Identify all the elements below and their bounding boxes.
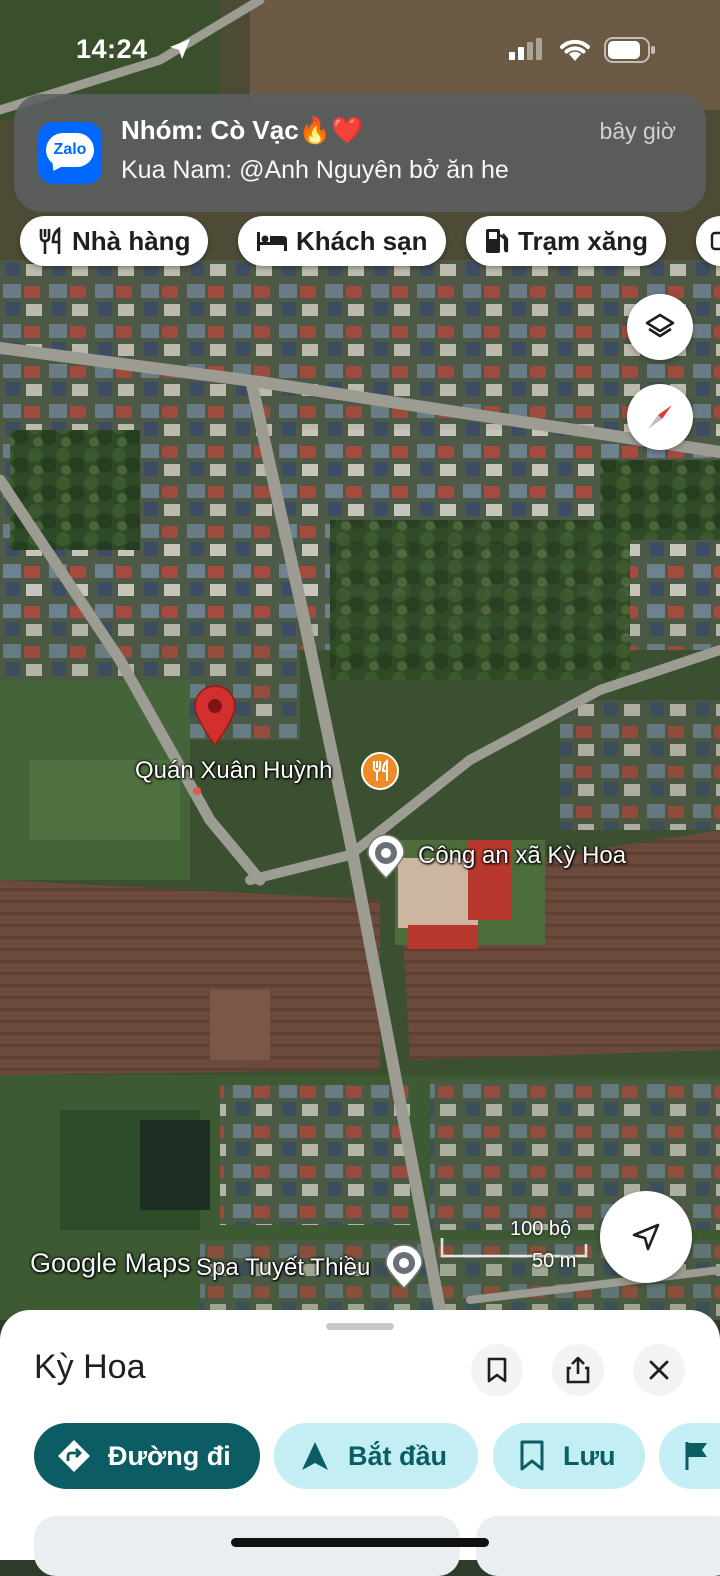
chip-gas-stations[interactable]: Trạm xăng bbox=[466, 216, 667, 266]
share-icon bbox=[566, 1356, 590, 1384]
navigation-arrow-icon bbox=[632, 1223, 660, 1251]
directions-button[interactable]: Đường đi bbox=[34, 1423, 260, 1489]
poi-label-police[interactable]: Công an xã Kỳ Hoa bbox=[418, 842, 626, 870]
fork-knife-icon bbox=[39, 227, 61, 254]
close-icon bbox=[649, 1360, 669, 1380]
place-bottom-sheet[interactable]: Kỳ Hoa Đường đi Bắt đầu Lưu bbox=[0, 1310, 720, 1576]
chip-restaurants[interactable]: Nhà hàng bbox=[20, 216, 209, 266]
more-actions-button[interactable] bbox=[659, 1423, 720, 1489]
info-card[interactable] bbox=[476, 1516, 720, 1576]
status-bar: 14:24 bbox=[0, 0, 720, 90]
save-button[interactable]: Lưu bbox=[493, 1423, 645, 1489]
google-maps-watermark: Google Maps bbox=[30, 1248, 191, 1278]
restaurant-poi-icon[interactable] bbox=[360, 751, 400, 791]
flag-icon bbox=[685, 1442, 707, 1470]
poi-label-spa[interactable]: Spa Tuyết Thiều bbox=[196, 1254, 370, 1282]
spa-poi-icon[interactable] bbox=[384, 1244, 424, 1290]
compass-button[interactable] bbox=[627, 384, 693, 450]
chip-label: Trạm xăng bbox=[518, 225, 649, 256]
gas-station-icon bbox=[486, 229, 509, 253]
zalo-app-icon: Zalo bbox=[38, 122, 102, 184]
bookmark-icon bbox=[487, 1357, 507, 1383]
more-category-icon bbox=[710, 231, 720, 251]
layers-icon bbox=[645, 313, 675, 338]
bookmark-icon bbox=[520, 1440, 544, 1471]
map-layers-button[interactable] bbox=[627, 294, 693, 360]
pin-location-dot bbox=[193, 787, 201, 795]
map-scale: 100 bộ 50 m bbox=[440, 1218, 588, 1278]
close-button[interactable] bbox=[633, 1344, 685, 1396]
share-button[interactable] bbox=[552, 1344, 604, 1396]
scale-metric: 50 m bbox=[532, 1250, 577, 1272]
status-time: 14:24 bbox=[76, 34, 148, 64]
navigation-arrow-icon bbox=[302, 1442, 328, 1470]
home-indicator[interactable] bbox=[231, 1538, 489, 1547]
compass-icon bbox=[648, 405, 672, 429]
chip-hotels[interactable]: Khách sạn bbox=[238, 216, 446, 266]
start-label: Bắt đầu bbox=[348, 1440, 448, 1471]
location-services-icon bbox=[170, 39, 190, 59]
chip-label: Khách sạn bbox=[296, 225, 428, 256]
start-button[interactable]: Bắt đầu bbox=[274, 1423, 478, 1489]
poi-label-restaurant[interactable]: Quán Xuân Huỳnh bbox=[135, 757, 332, 785]
cellular-signal-icon bbox=[509, 38, 542, 60]
zalo-notification-banner[interactable]: Zalo Nhóm: Cò Vạc🔥❤️ bây giờ Kua Nam: @A… bbox=[14, 94, 706, 212]
chip-label: Nhà hàng bbox=[72, 225, 191, 256]
directions-icon bbox=[58, 1440, 90, 1472]
notification-body: Kua Nam: @Anh Nguyên bở ăn he bbox=[121, 156, 509, 184]
wifi-icon bbox=[560, 39, 590, 61]
scale-imperial: 100 bộ bbox=[510, 1218, 572, 1240]
directions-label: Đường đi bbox=[108, 1440, 231, 1471]
save-place-button[interactable] bbox=[471, 1344, 523, 1396]
notification-title: Nhóm: Cò Vạc🔥❤️ bbox=[121, 115, 364, 145]
bed-icon bbox=[257, 232, 287, 251]
dropped-pin-icon[interactable] bbox=[192, 685, 238, 747]
sheet-drag-handle[interactable] bbox=[326, 1323, 394, 1330]
police-poi-icon[interactable] bbox=[366, 834, 406, 880]
battery-icon bbox=[604, 37, 655, 63]
save-label: Lưu bbox=[563, 1440, 616, 1471]
my-location-button[interactable] bbox=[600, 1191, 692, 1283]
notification-time: bây giờ bbox=[599, 118, 676, 144]
place-title: Kỳ Hoa bbox=[34, 1348, 146, 1386]
